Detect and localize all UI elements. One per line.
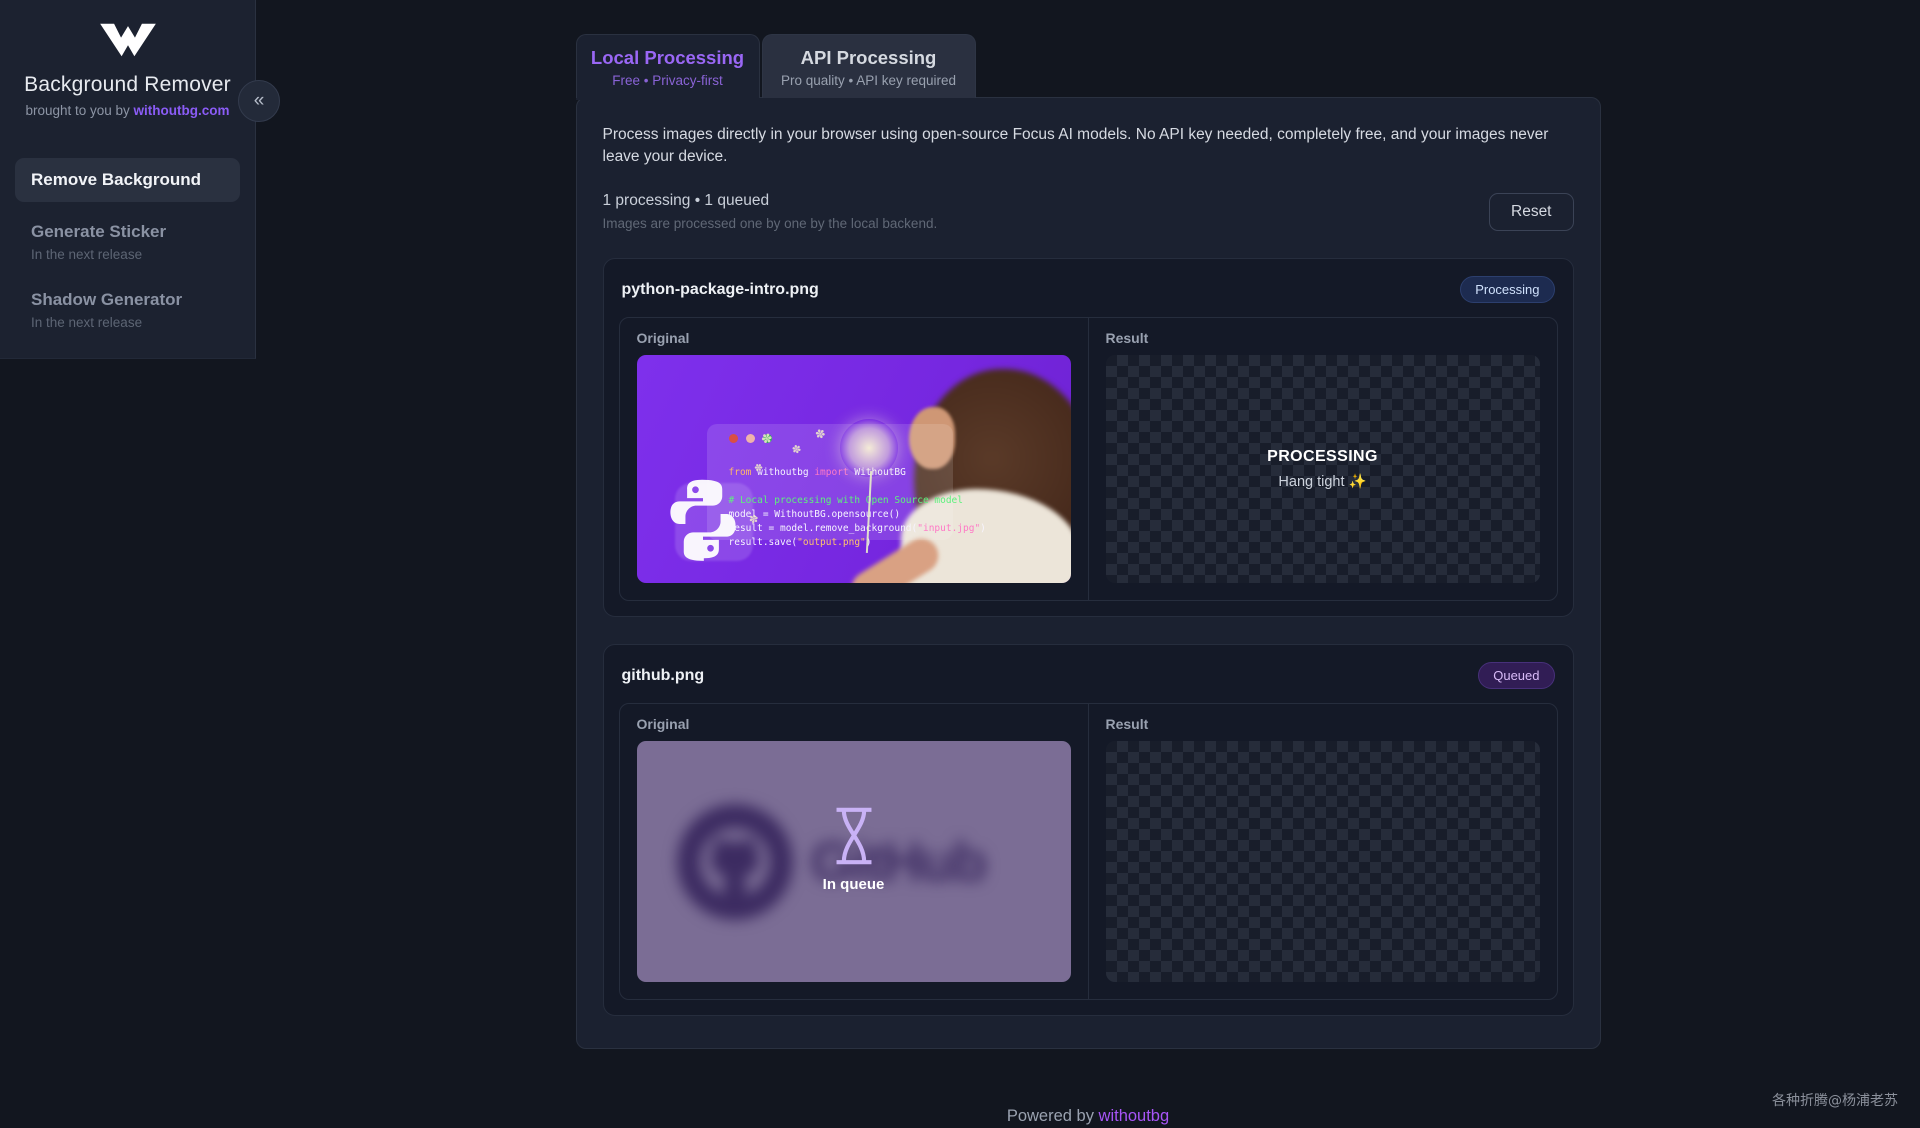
dandelion-illustration: [840, 419, 898, 477]
main-content: Local Processing Free • Privacy-first AP…: [256, 0, 1920, 1128]
nav-item-sublabel: In the next release: [31, 315, 224, 330]
nav-item-sublabel: In the next release: [31, 247, 224, 262]
card-filename: python-package-intro.png: [622, 281, 819, 299]
code-text: ): [980, 523, 986, 534]
original-image-preview: GitHub: [637, 741, 1071, 982]
chevron-double-left-icon: «: [254, 90, 265, 112]
result-column: Result PROCESSING Hang tight ✨: [1088, 318, 1557, 600]
tagline-prefix: brought to you by: [25, 103, 133, 118]
footer-withoutbg-link[interactable]: withoutbg: [1099, 1107, 1170, 1125]
status-block: 1 processing • 1 queued Images are proce…: [603, 192, 938, 231]
sidebar-collapse-button[interactable]: «: [238, 80, 280, 122]
status-row: 1 processing • 1 queued Images are proce…: [603, 192, 1574, 231]
image-card-python-package: python-package-intro.png Processing Orig…: [603, 258, 1574, 617]
result-label: Result: [1106, 330, 1540, 346]
queue-status-note: Images are processed one by one by the l…: [603, 216, 938, 231]
tab-subtitle: Free • Privacy-first: [577, 73, 759, 88]
nav-item-label: Shadow Generator: [31, 290, 224, 310]
brand-tagline: brought to you by withoutbg.com: [0, 103, 255, 118]
sidebar-item-generate-sticker: Generate Sticker In the next release: [15, 210, 240, 270]
result-image-placeholder: PROCESSING Hang tight ✨: [1106, 355, 1540, 583]
code-string: "output.png": [797, 537, 866, 548]
status-badge-queued: Queued: [1478, 662, 1554, 689]
code-window: from withoutbg import WithoutBG # Local …: [707, 424, 953, 540]
panel-wrap: Local Processing Free • Privacy-first AP…: [576, 34, 1601, 1126]
image-card-github: github.png Queued Original: [603, 644, 1574, 1016]
sidebar-nav: Remove Background Generate Sticker In th…: [0, 158, 255, 338]
brand-block: Background Remover brought to you by wit…: [0, 0, 255, 118]
queue-overlay: In queue: [637, 741, 1071, 982]
tab-local-processing[interactable]: Local Processing Free • Privacy-first: [576, 34, 760, 98]
processing-subtitle: Hang tight ✨: [1278, 473, 1366, 490]
result-column: Result: [1088, 704, 1557, 999]
footer: Powered by withoutbg: [576, 1107, 1601, 1126]
hourglass-icon: [831, 805, 877, 867]
card-filename: github.png: [622, 667, 705, 685]
processing-title: PROCESSING: [1267, 448, 1378, 466]
window-dot-red: [729, 434, 738, 443]
withoutbg-logo: [99, 22, 157, 58]
code-comment: # Local processing with Open Source mode…: [729, 495, 964, 506]
status-badge-processing: Processing: [1460, 276, 1554, 303]
in-queue-text: In queue: [823, 876, 885, 893]
code-string: "input.jpg": [917, 523, 980, 534]
watermark-text: 各种折腾@杨浦老苏: [1772, 1090, 1898, 1110]
nav-item-label: Generate Sticker: [31, 222, 224, 242]
original-column: Original: [620, 318, 1088, 600]
original-label: Original: [637, 716, 1071, 732]
sidebar-item-remove-background[interactable]: Remove Background: [15, 158, 240, 202]
original-column: Original GitHub: [620, 704, 1088, 999]
app-title: Background Remover: [0, 73, 255, 97]
withoutbg-link[interactable]: withoutbg.com: [134, 103, 230, 118]
tab-subtitle: Pro quality • API key required: [763, 73, 975, 88]
window-dot-pink: [746, 434, 755, 443]
reset-button[interactable]: Reset: [1489, 193, 1574, 231]
code-keyword: import: [814, 467, 848, 478]
footer-prefix: Powered by: [1007, 1107, 1099, 1125]
local-processing-panel: Process images directly in your browser …: [576, 97, 1601, 1049]
tab-title: API Processing: [763, 47, 975, 69]
background-remover-app: Background Remover brought to you by wit…: [0, 0, 1920, 1128]
card-compare-panel: Original: [619, 317, 1558, 601]
original-image-preview: from withoutbg import WithoutBG # Local …: [637, 355, 1071, 583]
tab-api-processing[interactable]: API Processing Pro quality • API key req…: [762, 34, 976, 98]
code-text: result.save(: [729, 537, 798, 548]
result-image-placeholder: [1106, 741, 1540, 982]
dandelion-seed: [747, 512, 758, 526]
sidebar: Background Remover brought to you by wit…: [0, 0, 256, 359]
nav-item-label: Remove Background: [31, 170, 224, 190]
card-compare-panel: Original GitHub: [619, 703, 1558, 1000]
tab-title: Local Processing: [577, 47, 759, 69]
original-label: Original: [637, 330, 1071, 346]
card-header: python-package-intro.png Processing: [619, 273, 1558, 303]
sidebar-item-shadow-generator: Shadow Generator In the next release: [15, 278, 240, 338]
code-keyword: from: [729, 467, 752, 478]
card-header: github.png Queued: [619, 659, 1558, 689]
panel-description: Process images directly in your browser …: [603, 124, 1574, 168]
queue-status: 1 processing • 1 queued: [603, 192, 938, 210]
processing-tabs: Local Processing Free • Privacy-first AP…: [576, 34, 1601, 98]
result-label: Result: [1106, 716, 1540, 732]
